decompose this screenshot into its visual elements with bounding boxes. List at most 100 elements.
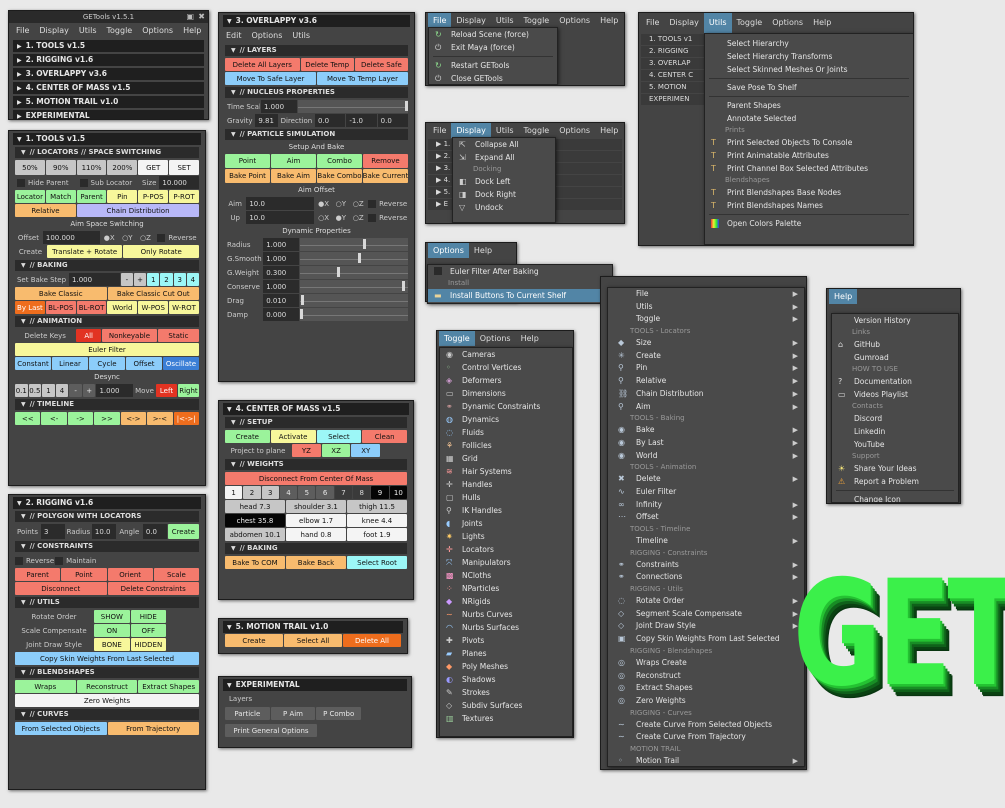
up-reverse-checkbox[interactable]: Reverse [367,211,408,224]
weights-header[interactable]: ▼// WEIGHTS [225,459,407,470]
motion-trail-header[interactable]: ▼ 5. MOTION TRAIL v1.0 [223,621,403,633]
euler-after-baking-item[interactable]: Euler Filter After Baking [428,265,612,278]
com-clean-button[interactable]: Clean [362,430,407,443]
direction-y-field[interactable]: -1.0 [346,114,377,127]
menu-toggle[interactable]: Toggle [439,331,475,346]
close-getools-item[interactable]: ⏻ Close GETools [429,72,557,84]
dynamic-slider[interactable] [300,266,408,279]
toggle-joints[interactable]: ◖ Joints [440,517,572,530]
timeline-fit-button[interactable]: |<->| [173,412,199,425]
menu-file[interactable]: File [641,13,664,33]
shelf-item-copy-skin-weights-from-last-selected[interactable]: ▣ Copy Skin Weights From Last Selected [608,633,804,646]
shelf-item-bake[interactable]: ◉ Bake ▶ [608,424,804,437]
menu-toggle[interactable]: Toggle [102,23,138,38]
weight-preset-3-button[interactable]: 3 [261,486,279,499]
up-radio-x[interactable]: ○ X [315,211,331,224]
shelf-item-rotate-order[interactable]: ◌ Rotate Order ▶ [608,595,804,608]
constant-button[interactable]: Constant [15,357,51,370]
up-radio-y[interactable]: ● Y [333,211,349,224]
menu-help[interactable]: Help [829,289,858,304]
timeline-header[interactable]: ▼// TIMELINE [15,399,199,410]
shelf-item-utils[interactable]: Utils ▶ [608,301,804,314]
shelf-item-extract-shapes[interactable]: ◎ Extract Shapes [608,682,804,695]
scale-constraint-button[interactable]: Scale [153,568,199,581]
shelf-item-constraints[interactable]: ⚭ Constraints ▶ [608,559,804,572]
direction-z-field[interactable]: 0.0 [377,114,408,127]
experimental-header[interactable]: ▼ EXPERIMENTAL [223,679,407,691]
setup-header[interactable]: ▼// SETUP [225,417,407,428]
slider-knob[interactable] [301,295,305,305]
colors-palette-item[interactable]: Open Colors Palette [705,217,913,230]
slider-knob[interactable] [363,239,367,249]
linear-button[interactable]: Linear [52,357,88,370]
restart-getools-item[interactable]: ↻ Restart GETools [429,59,557,72]
timeline-next-button[interactable]: -> [67,412,94,425]
menu-toggle[interactable]: Toggle [732,13,768,33]
videos-item[interactable]: ▭ Videos Playlist [832,388,958,401]
aim-button[interactable]: Aim [271,154,316,168]
weight-head-button[interactable]: head 7.3 [225,500,285,513]
select-hierarchy-item[interactable]: Select Hierarchy [705,37,913,50]
points-field[interactable]: 3 [41,524,65,539]
delete-all-layers-button[interactable]: Delete All Layers [225,58,300,71]
trail-delete-all-button[interactable]: Delete All [343,634,401,647]
toggle-fluids[interactable]: ◌ Fluids [440,426,572,439]
weight-elbow-button[interactable]: elbow 1.7 [286,514,346,527]
select-hierarchy-transforms-item[interactable]: Select Hierarchy Transforms [705,50,913,63]
euler-filter-button[interactable]: Euler Filter [15,343,199,356]
print-channel-box-item[interactable]: T Print Channel Box Selected Attributes [705,162,913,175]
collapse-all-item[interactable]: ⇱ Collapse All [453,138,555,151]
remove-button[interactable]: Remove [363,154,408,168]
radius-field[interactable]: 10.0 [91,524,116,539]
print-selected-item[interactable]: T Print Selected Objects To Console [705,136,913,149]
expand-all-item[interactable]: ⇲ Expand All [453,151,555,164]
menu-file[interactable]: File [428,123,451,138]
weight-preset-4-button[interactable]: 4 [279,486,298,499]
shelf-item-segment-scale-compensate[interactable]: ◇ Segment Scale Compensate ▶ [608,608,804,621]
section-experimental[interactable]: ▶ EXPERIMENTAL [13,110,204,119]
zero-weights-button[interactable]: Zero Weights [15,694,199,707]
weight-preset-5-button[interactable]: 5 [298,486,316,499]
toggle-poly-meshes[interactable]: ◆ Poly Meshes [440,660,572,673]
bl-rot-button[interactable]: BL-ROT [76,301,107,314]
up-radio-z[interactable]: ○ Z [350,211,366,224]
shelf-item-aim[interactable]: ⚲ Aim ▶ [608,401,804,414]
print-general-options-button[interactable]: Print General Options [225,724,317,737]
dynamic-slider[interactable] [300,294,408,307]
utils-header[interactable]: ▼// UTILS [15,597,199,608]
menu-options[interactable]: Options [554,123,595,138]
baking-header[interactable]: ▼// BAKING [15,260,199,271]
point-button[interactable]: Point [225,154,270,168]
toggle-nrigids[interactable]: ◆ NRigids [440,595,572,608]
shelf-item-pin[interactable]: ⚲ Pin ▶ [608,362,804,375]
com-select-button[interactable]: Select [316,430,362,443]
plane-xy-button[interactable]: XY [351,444,381,457]
desync-plus[interactable]: + [82,384,96,397]
weight-abdomen-button[interactable]: abdomen 10.1 [225,528,285,541]
com-header[interactable]: ▼ 4. CENTER OF MASS v1.5 [223,403,409,415]
dynamic-field[interactable]: 1.000 [263,252,300,265]
scale-200-button[interactable]: 200% [107,160,138,175]
bake-step-field[interactable]: 1.000 [69,273,120,286]
slider-knob[interactable] [300,309,304,319]
select-root-button[interactable]: Select Root [347,556,407,569]
dock-right-item[interactable]: ◨ Dock Right [453,188,555,201]
dynamic-slider[interactable] [300,252,408,265]
menu-help[interactable]: Help [595,13,623,28]
weight-thigh-button[interactable]: thigh 11.5 [347,500,407,513]
bone-button[interactable]: BONE [94,638,130,651]
weight-preset-1-button[interactable]: 1 [225,486,243,499]
menu-options[interactable]: Options [428,243,469,258]
curve-from-selected-button[interactable]: From Selected Objects [15,722,107,735]
hide-parent-checkbox[interactable]: Hide Parent [15,176,77,189]
sub-locator-checkbox[interactable]: Sub Locator [78,176,140,189]
toggle-subdiv-surfaces[interactable]: ◇ Subdiv Surfaces [440,699,572,712]
blendshapes-header[interactable]: ▼// BLENDSHAPES [15,667,199,678]
angle-field[interactable]: 0.0 [142,524,167,539]
set-button[interactable]: SET [169,160,199,175]
maintain-checkbox[interactable]: Maintain [55,554,96,567]
share-ideas-item[interactable]: ☀ Share Your Ideas [832,462,958,475]
weight-preset-8-button[interactable]: 8 [353,486,371,499]
parent-button[interactable]: Parent [76,190,107,203]
move-left-button[interactable]: Left [156,384,177,397]
